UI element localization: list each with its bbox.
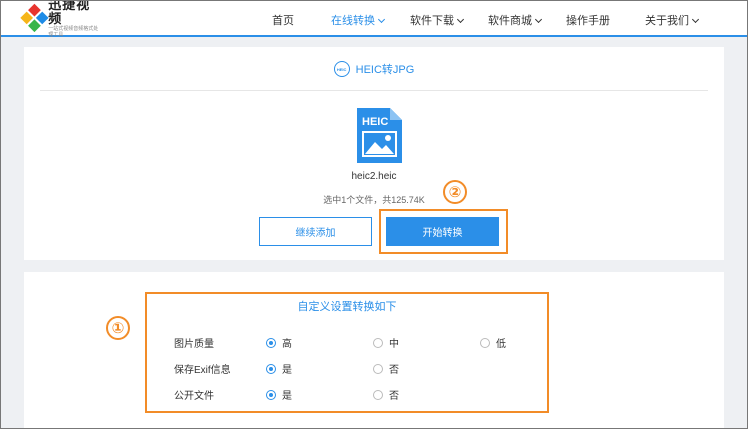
logo-name: 迅捷视频 [48,0,91,26]
nav-home[interactable]: 首页 [272,12,294,28]
nav-software-store[interactable]: 软件商城 [488,12,543,28]
file-summary: 选中1个文件，共125.74K [323,195,425,205]
file-name: heic2.heic [351,171,397,182]
heic-file-icon: HEIC [357,108,402,163]
logo-icon [19,3,49,33]
site-header: 迅捷视频 一站式视频音频格式处理工具 首页 在线转换 软件下载 软件商城 操作手… [0,0,748,38]
divider [40,90,708,91]
nav-software-download[interactable]: 软件下载 [410,12,465,28]
settings-highlight [145,292,549,413]
step-1-marker: ① [106,316,130,340]
svg-text:HEIC: HEIC [362,116,388,128]
converter-title-text: HEIC转JPG [355,64,415,76]
nav-online-convert[interactable]: 在线转换 [331,12,386,28]
chevron-down-icon [456,15,465,24]
chevron-down-icon [534,15,543,24]
heic-convert-icon: HEIC [333,61,350,77]
site-logo[interactable]: 迅捷视频 一站式视频音频格式处理工具 [19,0,102,38]
nav-about[interactable]: 关于我们 [645,12,700,28]
step-2-marker: ② [443,180,467,204]
chevron-down-icon [377,15,386,24]
start-button-highlight [379,209,508,254]
chevron-down-icon [691,15,700,24]
nav-manual[interactable]: 操作手册 [566,12,610,28]
continue-add-button[interactable]: 继续添加 [259,217,372,246]
converter-panel: HEIC HEIC转JPG HEIC heic2.heic 选中1个文件，共12… [24,47,724,260]
converter-title: HEIC HEIC转JPG [24,61,724,77]
logo-tagline: 一站式视频音频格式处理工具 [48,26,99,38]
